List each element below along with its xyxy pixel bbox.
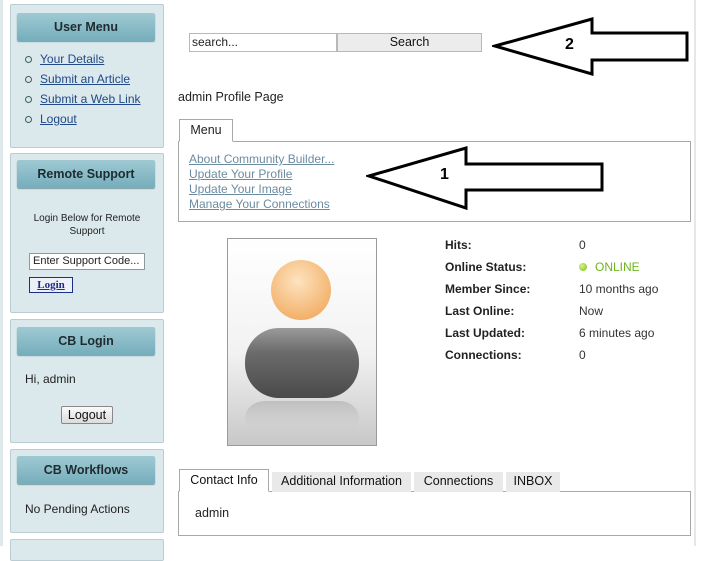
- cb-login-title: CB Login: [17, 327, 155, 355]
- list-item: Logout: [25, 109, 141, 129]
- bullet-icon: [25, 115, 32, 123]
- submit-weblink-link[interactable]: Submit a Web Link: [40, 89, 141, 109]
- login-greeting: Hi, admin: [25, 372, 76, 386]
- search-button[interactable]: Search: [337, 33, 482, 52]
- online-status-text: ONLINE: [595, 260, 640, 274]
- logout-link[interactable]: Logout: [40, 109, 77, 129]
- remote-support-title: Remote Support: [17, 160, 155, 188]
- update-profile-link[interactable]: Update Your Profile: [189, 167, 334, 182]
- remote-support-module: Remote Support Login Below for Remote Su…: [10, 153, 164, 313]
- list-item: Submit a Web Link: [25, 89, 141, 109]
- tab-menu[interactable]: Menu: [179, 119, 233, 142]
- user-menu-title: User Menu: [17, 13, 155, 41]
- tab-contact-info[interactable]: Contact Info: [179, 469, 269, 492]
- bullet-icon: [25, 55, 32, 63]
- update-image-link[interactable]: Update Your Image: [189, 182, 334, 197]
- stat-value-online: ONLINE: [579, 260, 640, 275]
- support-code-input[interactable]: Enter Support Code...: [29, 253, 145, 270]
- sidebar-edge: [0, 0, 3, 546]
- cb-login-module: CB Login Hi, admin Logout: [10, 319, 164, 443]
- stat-label: Last Online:: [445, 304, 515, 318]
- tab-additional-information[interactable]: Additional Information: [272, 472, 411, 492]
- menu-links: About Community Builder... Update Your P…: [189, 152, 334, 212]
- user-menu-module: User Menu Your Details Submit an Article…: [10, 4, 164, 148]
- bullet-icon: [25, 75, 32, 83]
- next-module: [10, 539, 164, 561]
- stat-label: Online Status:: [445, 260, 527, 274]
- arrow-2-label: 2: [565, 36, 574, 53]
- arrow-2-icon: 2: [492, 17, 689, 76]
- user-menu-links: Your Details Submit an Article Submit a …: [25, 49, 141, 129]
- cb-workflows-module: CB Workflows No Pending Actions: [10, 449, 164, 533]
- avatar: [227, 238, 377, 446]
- search-input[interactable]: search...: [189, 33, 337, 52]
- stat-value: 0: [579, 348, 586, 362]
- contact-info-value: admin: [195, 506, 230, 520]
- sidebar: User Menu Your Details Submit an Article…: [0, 0, 170, 561]
- remote-support-instructions: Login Below for Remote Support: [33, 213, 141, 237]
- about-cb-link[interactable]: About Community Builder...: [189, 152, 334, 167]
- stat-value: 6 minutes ago: [579, 326, 655, 340]
- stat-value: 10 months ago: [579, 282, 659, 296]
- contact-info-panel: [178, 491, 691, 536]
- submit-article-link[interactable]: Submit an Article: [40, 69, 130, 89]
- stat-label: Last Updated:: [445, 326, 526, 340]
- stat-label: Connections:: [445, 348, 522, 362]
- stat-label: Member Since:: [445, 282, 531, 296]
- your-details-link[interactable]: Your Details: [40, 49, 104, 69]
- page-title: admin Profile Page: [178, 90, 284, 104]
- manage-connections-link[interactable]: Manage Your Connections: [189, 197, 334, 212]
- stat-value: Now: [579, 304, 604, 318]
- remote-login-button[interactable]: Login: [29, 277, 73, 293]
- tab-connections[interactable]: Connections: [414, 472, 503, 492]
- stat-value: 0: [579, 238, 586, 252]
- list-item: Your Details: [25, 49, 141, 69]
- bullet-icon: [25, 95, 32, 103]
- stat-label: Hits:: [445, 238, 472, 252]
- logout-button[interactable]: Logout: [61, 406, 113, 424]
- list-item: Submit an Article: [25, 69, 141, 89]
- cb-workflows-title: CB Workflows: [17, 456, 155, 484]
- workflows-status: No Pending Actions: [25, 502, 130, 516]
- content-edge: [694, 0, 696, 546]
- online-status-icon: [579, 263, 587, 271]
- tab-inbox[interactable]: INBOX: [506, 472, 560, 492]
- arrow-1-label: 1: [440, 166, 449, 183]
- user-silhouette-icon: [245, 260, 359, 435]
- arrow-1-icon: 1: [366, 146, 604, 211]
